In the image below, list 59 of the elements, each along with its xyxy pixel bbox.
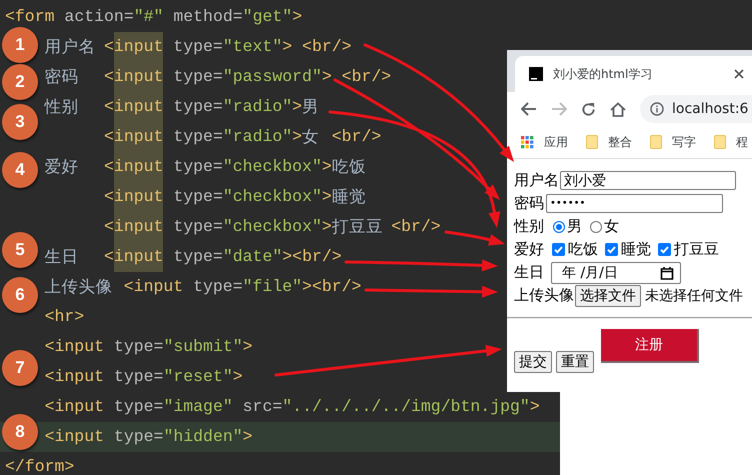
folder-icon	[714, 135, 726, 149]
tab-title: 刘小爱的html学习	[553, 66, 654, 82]
bookmark-link[interactable]: 整合	[586, 134, 632, 150]
bookmark-link[interactable]: 应用	[521, 134, 568, 150]
address-bar[interactable]: localhost:6	[640, 95, 752, 123]
bookmark-link[interactable]: 程	[714, 134, 748, 150]
file-status: 未选择任何文件	[645, 286, 743, 304]
code-line: <input type="radio">女 <br/>	[104, 122, 382, 152]
radio-button[interactable]	[553, 220, 565, 232]
code-line: <input type="image" src="../../../../img/btn.jpg">	[44, 396, 540, 418]
option-label: 打豆豆	[674, 240, 719, 259]
checkbox[interactable]	[552, 243, 565, 256]
code-line: 爱好 <input type="checkbox">吃饭	[44, 152, 372, 182]
reload-icon[interactable]	[581, 102, 596, 116]
submit-button[interactable]: 提交	[514, 351, 552, 373]
arrow	[444, 230, 505, 246]
code-line: 密码 <input type="password"> <br/>	[44, 62, 392, 92]
code-line: <input type="submit">	[44, 336, 253, 358]
back-icon[interactable]	[521, 102, 537, 116]
checkbox[interactable]	[605, 243, 618, 256]
option-label: 吃饭	[568, 240, 598, 259]
browser-tab[interactable]: 刘小爱的html学习	[515, 56, 752, 92]
field-label: 密码	[514, 194, 544, 213]
bookmark-link[interactable]: 写字	[650, 134, 696, 150]
code-line: </form>	[5, 456, 74, 475]
option-label: 睡觉	[621, 240, 651, 259]
app-logo-icon	[529, 67, 543, 81]
option-label: 女	[604, 217, 619, 236]
choose-file-button[interactable]: 选择文件	[575, 284, 641, 306]
code-line: 用户名 <input type="text"> <br/>	[44, 32, 352, 62]
checkbox[interactable]	[658, 243, 671, 256]
code-line: 生日 <input type="date"><br/>	[44, 242, 342, 272]
folder-icon	[586, 135, 598, 149]
date-field[interactable]: 年 /月/日	[551, 262, 681, 284]
radio-button[interactable]	[590, 220, 602, 232]
calendar-icon[interactable]	[660, 266, 674, 280]
info-icon	[650, 102, 664, 116]
code-line: <input type="reset">	[44, 366, 243, 388]
password-field[interactable]: ••••••	[546, 194, 723, 213]
field-label: 爱好	[514, 240, 544, 259]
code-line: <input type="checkbox">打豆豆 <br/>	[104, 212, 441, 242]
code-line: <input type="checkbox">睡觉	[104, 182, 372, 212]
folder-icon	[650, 135, 662, 149]
code-line: 性别 <input type="radio">男	[44, 92, 322, 122]
register-button[interactable]: 注册	[601, 329, 699, 363]
code-line: 上传头像 <input type="file"><br/>	[44, 276, 362, 298]
code-line: <input type="hidden">	[44, 426, 253, 448]
field-label: 性别	[514, 217, 544, 236]
apps-grid-icon	[521, 136, 534, 148]
field-label: 用户名	[514, 171, 559, 190]
code-line: <form action="#" method="get">	[5, 6, 302, 28]
close-icon[interactable]	[734, 69, 744, 79]
option-label: 男	[567, 217, 582, 236]
code-line: <hr>	[44, 306, 84, 328]
field-label: 上传头像	[514, 286, 574, 305]
field-label: 生日	[514, 263, 544, 282]
text-field[interactable]: 刘小爱	[560, 171, 736, 190]
home-icon[interactable]	[610, 102, 626, 116]
reset-button[interactable]: 重置	[556, 351, 594, 373]
